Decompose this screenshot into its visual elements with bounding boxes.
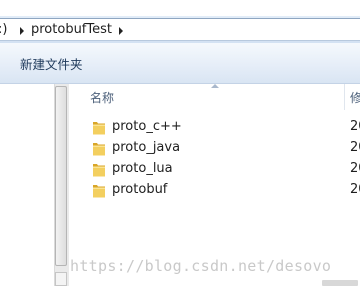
file-date: 20: [350, 182, 360, 197]
column-headers: 名称 修: [70, 84, 360, 110]
nav-scrollbar-arrow[interactable]: [55, 272, 67, 286]
site-logo: [322, 280, 358, 286]
folder-icon: [93, 122, 105, 135]
command-toolbar: 新建文件夹: [0, 43, 360, 84]
new-folder-button[interactable]: 新建文件夹: [20, 57, 83, 73]
watermark-text: https://blog.csdn.net/desovo: [70, 257, 332, 275]
folder-icon: [93, 185, 105, 198]
list-item[interactable]: proto_java 20: [90, 137, 360, 159]
list-item[interactable]: proto_c++ 20: [90, 116, 360, 138]
navigation-pane[interactable]: [0, 84, 54, 286]
file-date: 20: [350, 119, 360, 134]
column-header-name[interactable]: 名称: [90, 89, 114, 106]
list-item[interactable]: proto_lua 20: [90, 158, 360, 180]
file-date: 20: [350, 161, 360, 176]
file-name: proto_c++: [112, 119, 182, 134]
breadcrumb-drive-partial[interactable]: :): [0, 21, 7, 39]
folder-icon: [93, 164, 105, 177]
sort-ascending-icon: [211, 84, 219, 88]
file-name: proto_lua: [112, 161, 173, 176]
breadcrumb[interactable]: :) protobufTest: [0, 18, 360, 41]
chevron-right-icon[interactable]: [20, 27, 24, 35]
folder-icon: [93, 143, 105, 156]
file-date: 20: [350, 140, 360, 155]
file-name: protobuf: [112, 182, 168, 197]
column-divider[interactable]: [344, 84, 345, 110]
file-name: proto_java: [112, 140, 181, 155]
nav-scrollbar-thumb[interactable]: [55, 86, 67, 266]
list-item[interactable]: protobuf 20: [90, 179, 360, 201]
chevron-right-icon[interactable]: [119, 27, 123, 35]
breadcrumb-protobuftest[interactable]: protobufTest: [31, 21, 112, 39]
address-bar: :) protobufTest: [0, 16, 360, 43]
column-header-date-modified[interactable]: 修: [350, 89, 360, 106]
